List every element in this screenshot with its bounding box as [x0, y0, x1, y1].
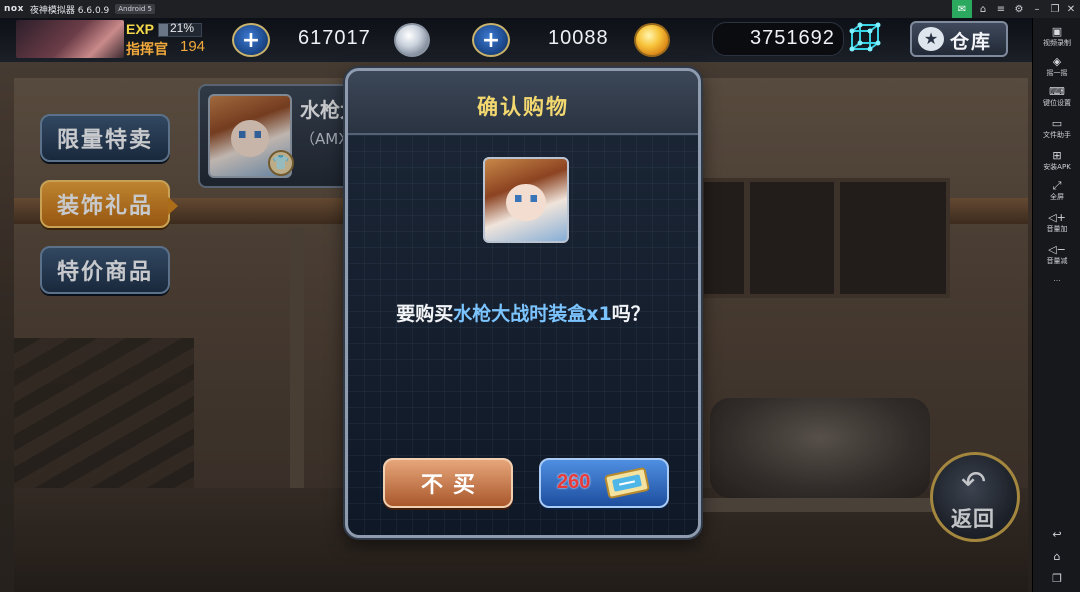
question-suffix: 吗？: [611, 303, 650, 325]
plus-icon: +: [241, 27, 261, 53]
add-gold-button[interactable]: +: [472, 23, 510, 57]
screen-record-icon: ▣: [1051, 25, 1063, 38]
cancel-button[interactable]: 不买: [383, 458, 513, 508]
confirm-purchase-dialog: 确认购物 要购买水枪大战时装盒x1吗？ 不买 260: [345, 68, 701, 538]
rank-label: 指挥官: [126, 42, 168, 58]
fullscreen-icon: ⤢: [1052, 179, 1062, 192]
volume-down-icon: ◁−: [1048, 243, 1066, 256]
sidebar-label: 音量加: [1046, 225, 1068, 233]
sidebar-item-record[interactable]: ▣ 视频录制: [1033, 26, 1080, 48]
silver-amount: 617017: [298, 27, 371, 49]
sidebar-label: 摇一摇: [1046, 69, 1068, 77]
install-apk-icon: ⊞: [1052, 149, 1062, 162]
emulator-title: 夜神模拟器 6.6.0.9: [29, 5, 110, 16]
exp-label: EXP: [126, 21, 155, 37]
shake-icon: ◈: [1052, 55, 1062, 68]
rank-value: 194: [180, 38, 206, 55]
sidebar-label: 全屏: [1050, 193, 1064, 201]
keyboard-icon: ⌨: [1049, 85, 1065, 98]
question-item-name: 水枪大战时装盒: [453, 303, 587, 325]
add-silver-button[interactable]: +: [232, 23, 270, 57]
dialog-question: 要购买水枪大战时装盒x1吗？: [348, 299, 698, 326]
nox-logo: nox: [4, 4, 24, 14]
silver-coin-icon: [394, 23, 430, 57]
emulator-titlebar: nox 夜神模拟器 6.6.0.9 Android 5 ✉ ⌂ ≡ ⚙ – ❐ …: [0, 0, 1080, 18]
question-prefix: 要购买: [396, 303, 454, 325]
star-icon: ★: [918, 27, 944, 51]
emulator-sidebar: ▣ 视频录制 ◈ 摇一摇 ⌨ 键位设置 ▭ 文件助手 ⊞ 安装APK ⤢ 全屏 ◁+ 音量加 …: [1032, 18, 1080, 592]
cancel-label: 不买: [420, 473, 485, 498]
warehouse-button[interactable]: ★ 仓库: [910, 21, 1008, 57]
exp-value: 21%: [170, 21, 195, 35]
volume-up-icon: ◁+: [1048, 211, 1066, 224]
dialog-header: 确认购物: [348, 71, 698, 135]
question-quantity: x1: [586, 303, 612, 325]
android-version-badge: Android 5: [115, 4, 156, 14]
sidebar-item-install-apk[interactable]: ⊞ 安装APK: [1033, 150, 1080, 172]
more-icon: …: [1053, 275, 1061, 283]
exp-bar-fill: [159, 24, 168, 36]
file-helper-icon: ▭: [1051, 117, 1063, 130]
store-icon[interactable]: ⌂: [974, 0, 992, 18]
gem-cube-icon: [849, 22, 881, 52]
sidebar-item-more[interactable]: …: [1033, 274, 1080, 284]
sidebar-label: 键位设置: [1043, 99, 1071, 107]
sidebar-item-keymap[interactable]: ⌨ 键位设置: [1033, 86, 1080, 108]
warehouse-label: 仓库: [950, 31, 993, 53]
close-icon[interactable]: ✕: [1062, 0, 1080, 18]
dialog-item-image: [483, 157, 569, 243]
emulator-window: nox 夜神模拟器 6.6.0.9 Android 5 ✉ ⌂ ≡ ⚙ – ❐ …: [0, 0, 1080, 592]
gem-amount: 3751692: [750, 27, 835, 49]
minimize-icon[interactable]: –: [1028, 0, 1046, 18]
sidebar-label: 视频录制: [1043, 39, 1071, 47]
android-recents-icon[interactable]: ❐: [1033, 572, 1080, 585]
top-hud: EXP 21% 指挥官 194 + 617017 + 10088 3751692: [0, 18, 1032, 62]
buy-price: 260: [557, 471, 591, 493]
menu-icon[interactable]: ≡: [992, 0, 1010, 18]
gold-coin-icon: [634, 23, 670, 57]
plus-icon: +: [481, 27, 501, 53]
commander-avatar[interactable]: [16, 20, 124, 58]
dialog-title: 确认购物: [477, 95, 569, 119]
sidebar-label: 音量减: [1046, 257, 1068, 265]
ticket-icon: [604, 467, 650, 499]
gold-amount: 10088: [548, 27, 609, 49]
sidebar-item-file-helper[interactable]: ▭ 文件助手: [1033, 118, 1080, 140]
android-home-icon[interactable]: ⌂: [1033, 550, 1080, 563]
sidebar-item-fullscreen[interactable]: ⤢ 全屏: [1033, 180, 1080, 202]
message-icon[interactable]: ✉: [952, 0, 972, 18]
android-back-icon[interactable]: ↩: [1033, 528, 1080, 541]
sidebar-item-volume-up[interactable]: ◁+ 音量加: [1033, 212, 1080, 234]
buy-button[interactable]: 260: [539, 458, 669, 508]
game-viewport: EXP 21% 指挥官 194 + 617017 + 10088 3751692: [0, 18, 1032, 592]
sidebar-label: 安装APK: [1043, 163, 1071, 171]
sidebar-item-volume-down[interactable]: ◁− 音量减: [1033, 244, 1080, 266]
sidebar-label: 文件助手: [1043, 131, 1071, 139]
sidebar-item-shake[interactable]: ◈ 摇一摇: [1033, 56, 1080, 78]
settings-icon[interactable]: ⚙: [1010, 0, 1028, 18]
